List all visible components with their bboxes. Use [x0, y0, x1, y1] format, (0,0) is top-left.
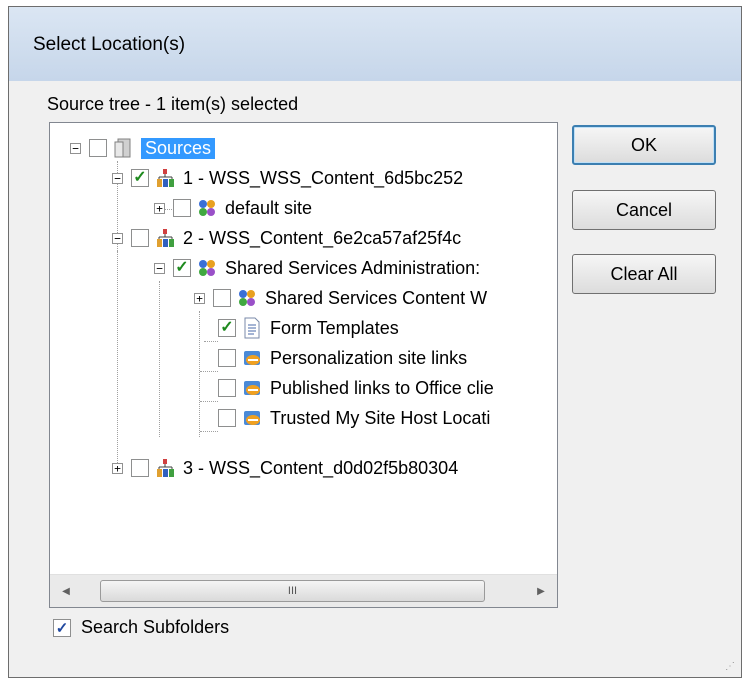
collapse-toggle[interactable]: − — [70, 142, 81, 154]
tree-item-label: default site — [225, 197, 313, 218]
tree-label: Source tree - 1 item(s) selected — [47, 94, 299, 114]
tree-item-label: Form Templates — [270, 317, 399, 338]
link-list-icon — [244, 381, 260, 395]
tree-item-wss-content-2[interactable]: − 2 - WSS_Content_6e2ca57af25f4c — [112, 223, 461, 253]
expand-toggle[interactable]: + — [154, 202, 165, 214]
tree-item-wss-content-1[interactable]: − ✓ 1 - WSS_WSS_Content_6d5bc252 — [112, 163, 463, 193]
tree-checkbox[interactable] — [218, 409, 236, 427]
site-icon — [199, 200, 215, 216]
tree-line — [200, 431, 218, 432]
scroll-left-icon[interactable]: ◀ — [52, 575, 80, 607]
tree-content: − Sources − ✓ 1 - WSS_WSS_Content_6d5bc2… — [50, 123, 557, 575]
tree-checkbox[interactable] — [213, 289, 231, 307]
tree-item-label: Trusted My Site Host Locati — [270, 407, 491, 428]
tree-line — [117, 251, 118, 469]
tree-item-shared-services-admin[interactable]: − ✓ Shared Services Administration: — [154, 253, 480, 283]
tree-line — [200, 371, 218, 372]
collapse-toggle[interactable]: − — [112, 172, 123, 184]
tree-checkbox[interactable] — [173, 199, 191, 217]
tree-checkbox[interactable]: ✓ — [218, 319, 236, 337]
tree-item-published-links[interactable]: Published links to Office clie — [218, 373, 494, 403]
source-tree[interactable]: − Sources − ✓ 1 - WSS_WSS_Content_6d5bc2… — [49, 122, 558, 608]
tree-checkbox[interactable] — [131, 229, 149, 247]
clear-all-button[interactable]: Clear All — [572, 254, 716, 294]
tree-item-form-templates[interactable]: ✓ Form Templates — [218, 313, 399, 343]
scroll-right-icon[interactable]: ▶ — [527, 575, 555, 607]
tree-item-label: 1 - WSS_WSS_Content_6d5bc252 — [183, 167, 464, 188]
site-icon — [199, 260, 215, 276]
tree-item-label: Published links to Office clie — [270, 377, 494, 398]
tree-checkbox[interactable] — [218, 349, 236, 367]
server-icon — [114, 138, 131, 158]
tree-item-label: Personalization site links — [270, 347, 468, 368]
ok-button[interactable]: OK — [572, 125, 716, 165]
scroll-thumb[interactable]: III — [100, 580, 485, 602]
tree-checkbox[interactable] — [218, 379, 236, 397]
tree-item-label: Sources — [141, 137, 216, 159]
collapse-toggle[interactable]: − — [154, 262, 165, 274]
collapse-toggle[interactable]: − — [112, 232, 123, 244]
tree-item-wss-content-3[interactable]: + 3 - WSS_Content_d0d02f5b80304 — [112, 453, 458, 483]
tree-checkbox[interactable] — [89, 139, 107, 157]
tree-line — [200, 401, 218, 402]
search-subfolders-checkbox[interactable]: ✓ — [53, 618, 71, 637]
database-icon — [157, 459, 174, 477]
tree-line — [159, 281, 160, 437]
horizontal-scrollbar[interactable]: ◀ III ▶ — [50, 574, 557, 607]
tree-item-personalization-links[interactable]: Personalization site links — [218, 343, 467, 373]
tree-item-trusted-my-site[interactable]: Trusted My Site Host Locati — [218, 403, 490, 433]
tree-item-label: Shared Services Administration: — [225, 257, 481, 278]
database-icon — [157, 229, 174, 247]
tree-item-default-site[interactable]: + default site — [154, 193, 312, 223]
tree-item-sources[interactable]: − Sources — [70, 133, 216, 163]
expand-toggle[interactable]: + — [194, 292, 205, 304]
resize-grip-icon[interactable]: ⋰ — [725, 661, 737, 673]
tree-item-shared-services-content[interactable]: + Shared Services Content W — [194, 283, 487, 313]
tree-checkbox[interactable]: ✓ — [173, 259, 191, 277]
tree-item-label: 3 - WSS_Content_d0d02f5b80304 — [183, 457, 459, 478]
cancel-button[interactable]: Cancel — [572, 190, 716, 230]
tree-item-label: Shared Services Content W — [265, 287, 488, 308]
site-icon — [239, 290, 255, 306]
tree-line — [199, 311, 200, 437]
document-icon — [244, 317, 260, 339]
link-list-icon — [244, 351, 260, 365]
dialog-title: Select Location(s) — [33, 34, 186, 55]
tree-checkbox[interactable] — [131, 459, 149, 477]
tree-line — [204, 341, 218, 342]
expand-toggle[interactable]: + — [112, 462, 123, 474]
select-locations-dialog: Select Location(s) Source tree - 1 item(… — [8, 6, 742, 678]
search-subfolders-option[interactable]: ✓ Search Subfolders — [53, 617, 229, 638]
search-subfolders-label: Search Subfolders — [81, 617, 230, 637]
database-icon — [157, 169, 174, 187]
tree-item-label: 2 - WSS_Content_6e2ca57af25f4c — [183, 227, 462, 248]
tree-checkbox[interactable]: ✓ — [131, 169, 149, 187]
title-bar[interactable]: Select Location(s) — [9, 7, 741, 81]
link-list-icon — [244, 411, 260, 425]
